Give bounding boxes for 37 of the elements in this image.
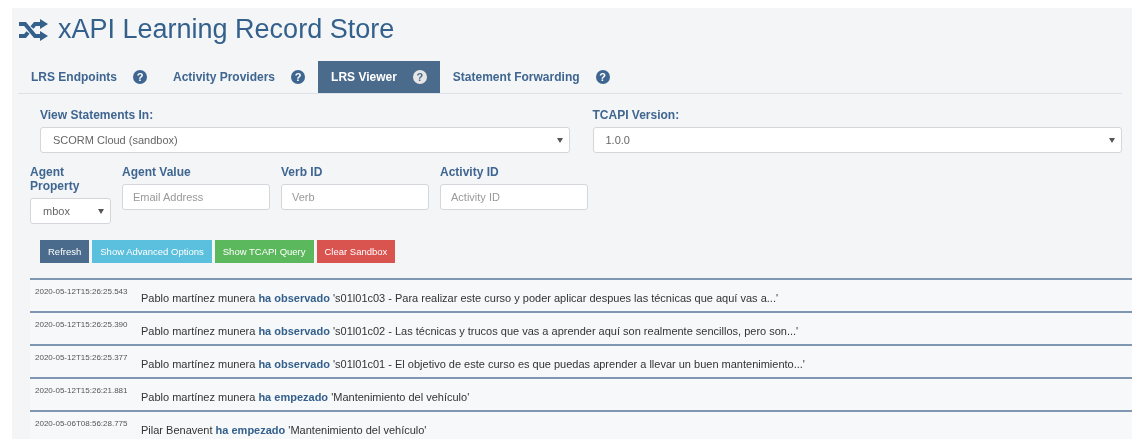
input-field[interactable]: Email Address	[122, 184, 270, 210]
select-field[interactable]: mbox	[30, 198, 111, 224]
timestamp: 2020-05-12T15:26:25.390	[35, 320, 129, 331]
app-title: xAPI Learning Record Store	[58, 14, 395, 45]
timestamp: 2020-05-12T15:26:21.881	[35, 386, 129, 397]
field-label: Activity ID	[440, 165, 500, 179]
tab[interactable]: Statement Forwarding ?	[439, 61, 623, 93]
action-button[interactable]: Clear Sandbox	[316, 240, 396, 263]
select-field[interactable]: SCORM Cloud (sandbox)	[40, 127, 570, 153]
caret-icon	[1109, 138, 1115, 143]
help-icon[interactable]: ?	[133, 70, 147, 84]
field-label: Agent Property	[30, 165, 81, 193]
select-field[interactable]: 1.0.0	[592, 127, 1122, 153]
statement-text: Pablo martínez munera ha observado 's01l01c01 - El objetivo de este curso es que puedas aprender a llevar un buen mantenimiento...'	[141, 357, 805, 372]
statement-text: Pilar Benavent ha empezado 'Mantenimiento del vehículo'	[141, 423, 427, 438]
statement-text: Pablo martínez munera ha observado 's01l01c03 - Para realizar este curso y poder aplicar despues las técnicas que aquí vas a...'	[141, 291, 779, 306]
help-icon[interactable]: ?	[291, 70, 306, 84]
timestamp: 2020-05-12T15:26:25.543	[35, 287, 129, 298]
help-icon[interactable]: ?	[412, 70, 427, 84]
input-field[interactable]: Activity ID	[440, 184, 588, 210]
shuffle-icon	[18, 18, 48, 41]
field-label: Agent Value	[122, 165, 192, 179]
field-label: TCAPI Version:	[592, 108, 681, 122]
caret-icon	[556, 138, 563, 143]
timestamp: 2020-05-12T15:26:25.377	[35, 353, 129, 364]
statement-text: Pablo martínez munera ha observado 's01l01c02 - Las técnicas y trucos que vas a aprender aquí son realmente sencillos, pero son...'	[141, 324, 799, 339]
caret-icon	[98, 209, 104, 214]
input-field[interactable]: Verb	[281, 184, 429, 210]
statement-text: Pablo martínez munera ha empezado 'Mantenimiento del vehículo'	[141, 390, 470, 405]
tab[interactable]: LRS Viewer ?	[318, 61, 440, 93]
field-label: Verb ID	[281, 165, 324, 179]
tab[interactable]: LRS Endpoints ?	[18, 61, 160, 93]
field-label: View Statements In:	[40, 108, 155, 122]
timestamp: 2020-05-06T08:56:28.775	[35, 419, 129, 430]
action-button[interactable]: Refresh	[40, 240, 90, 263]
tab[interactable]: Activity Providers ?	[160, 61, 319, 93]
help-icon[interactable]: ?	[595, 70, 610, 84]
